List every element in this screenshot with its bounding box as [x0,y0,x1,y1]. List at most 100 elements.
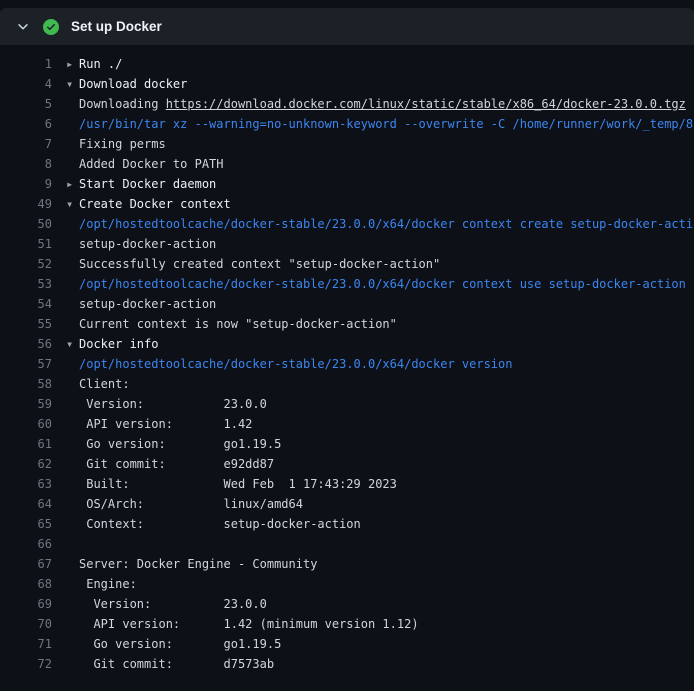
log-lines: 1▸Run ./4▾Download docker5Downloading ht… [0,45,694,674]
log-group-row[interactable]: 4 ▾Download docker [0,74,694,94]
line-number[interactable]: 9 [0,174,52,194]
check-circle-icon [43,19,59,35]
log-line-row: 55 Current context is now "setup-docker-a… [0,314,694,334]
step-title: Set up Docker [71,19,162,34]
line-content: ▾Docker info [66,337,158,351]
log-text: OS/Arch: linux/amd64 [79,497,303,511]
log-text: Built: Wed Feb 1 17:43:29 2023 [79,477,397,491]
line-number[interactable]: 5 [0,94,52,114]
log-line-row: 71 Go version: go1.19.5 [0,634,694,654]
line-number[interactable]: 58 [0,374,52,394]
line-content: API version: 1.42 (minimum version 1.12) [66,617,419,631]
line-content: Added Docker to PATH [66,157,224,171]
line-number[interactable]: 69 [0,594,52,614]
line-number[interactable]: 1 [0,54,52,74]
log-line-row: 60 API version: 1.42 [0,414,694,434]
log-group-row[interactable]: 56 ▾Docker info [0,334,694,354]
line-content: ▾Download docker [66,77,187,91]
line-number[interactable]: 52 [0,254,52,274]
log-line-row: 64 OS/Arch: linux/amd64 [0,494,694,514]
line-number[interactable]: 8 [0,154,52,174]
line-content: OS/Arch: linux/amd64 [66,497,303,511]
line-number[interactable]: 50 [0,214,52,234]
log-line-row: 70 API version: 1.42 (minimum version 1.… [0,614,694,634]
log-link[interactable]: https://download.docker.com/linux/static… [166,97,686,111]
line-number[interactable]: 65 [0,514,52,534]
log-text: Current context is now "setup-docker-act… [79,317,397,331]
line-number[interactable]: 63 [0,474,52,494]
line-number[interactable]: 55 [0,314,52,334]
line-content: Git commit: e92dd87 [66,457,274,471]
line-number[interactable]: 7 [0,134,52,154]
line-content: Git commit: d7573ab [66,657,274,671]
log-line-row: 63 Built: Wed Feb 1 17:43:29 2023 [0,474,694,494]
triangle-down-icon[interactable]: ▾ [66,194,79,214]
log-text: Engine: [79,577,137,591]
log-text: setup-docker-action [79,237,216,251]
log-line-row: 57/opt/hostedtoolcache/docker-stable/23.… [0,354,694,374]
step-header[interactable]: Set up Docker [0,8,694,45]
line-content: ▸Start Docker daemon [66,177,216,191]
log-line-row: 53/opt/hostedtoolcache/docker-stable/23.… [0,274,694,294]
group-title: Start Docker daemon [79,177,216,191]
line-number[interactable]: 60 [0,414,52,434]
chevron-down-icon[interactable] [16,20,30,34]
log-group-row[interactable]: 1 ▸Run ./ [0,54,694,74]
line-content: setup-docker-action [66,237,216,251]
line-content: Server: Docker Engine - Community [66,557,317,571]
line-number[interactable]: 51 [0,234,52,254]
log-line-row: 62 Git commit: e92dd87 [0,454,694,474]
triangle-right-icon[interactable]: ▸ [66,174,79,194]
command-text: /opt/hostedtoolcache/docker-stable/23.0.… [79,357,512,371]
line-number[interactable]: 6 [0,114,52,134]
line-content: setup-docker-action [66,297,216,311]
line-number[interactable]: 64 [0,494,52,514]
line-number[interactable]: 53 [0,274,52,294]
log-text: Fixing perms [79,137,166,151]
line-number[interactable]: 70 [0,614,52,634]
command-text: /opt/hostedtoolcache/docker-stable/23.0.… [79,217,694,231]
log-text: Successfully created context "setup-dock… [79,257,440,271]
line-content: Version: 23.0.0 [66,597,267,611]
line-number[interactable]: 59 [0,394,52,414]
line-number[interactable]: 57 [0,354,52,374]
log-group-row[interactable]: 9 ▸Start Docker daemon [0,174,694,194]
line-number[interactable]: 54 [0,294,52,314]
log-text: Go version: go1.19.5 [79,437,281,451]
log-line-row: 50/opt/hostedtoolcache/docker-stable/23.… [0,214,694,234]
log-line-row: 66 [0,534,694,554]
line-content: Context: setup-docker-action [66,517,361,531]
log-text: Client: [79,377,130,391]
line-number[interactable]: 67 [0,554,52,574]
log-text: Go version: go1.19.5 [79,637,281,651]
line-content [66,537,79,551]
line-content: Current context is now "setup-docker-act… [66,317,397,331]
log-line-row: 68 Engine: [0,574,694,594]
line-content: Built: Wed Feb 1 17:43:29 2023 [66,477,397,491]
line-number[interactable]: 61 [0,434,52,454]
line-content: Engine: [66,577,137,591]
line-number[interactable]: 62 [0,454,52,474]
triangle-down-icon[interactable]: ▾ [66,74,79,94]
line-number[interactable]: 66 [0,534,52,554]
line-content: /opt/hostedtoolcache/docker-stable/23.0.… [66,217,694,231]
log-line-row: 59 Version: 23.0.0 [0,394,694,414]
line-number[interactable]: 4 [0,74,52,94]
line-number[interactable]: 49 [0,194,52,214]
line-content: API version: 1.42 [66,417,252,431]
line-content: ▸Run ./ [66,57,122,71]
log-text: setup-docker-action [79,297,216,311]
log-group-row[interactable]: 49 ▾Create Docker context [0,194,694,214]
triangle-right-icon[interactable]: ▸ [66,54,79,74]
line-number[interactable]: 56 [0,334,52,354]
log-line-row: 61 Go version: go1.19.5 [0,434,694,454]
triangle-down-icon[interactable]: ▾ [66,334,79,354]
log-line-row: 67 Server: Docker Engine - Community [0,554,694,574]
log-line-row: 58 Client: [0,374,694,394]
group-title: Create Docker context [79,197,231,211]
line-number[interactable]: 71 [0,634,52,654]
command-text: /usr/bin/tar xz --warning=no-unknown-key… [79,117,694,131]
line-content: ▾Create Docker context [66,197,231,211]
line-number[interactable]: 72 [0,654,52,674]
line-number[interactable]: 68 [0,574,52,594]
